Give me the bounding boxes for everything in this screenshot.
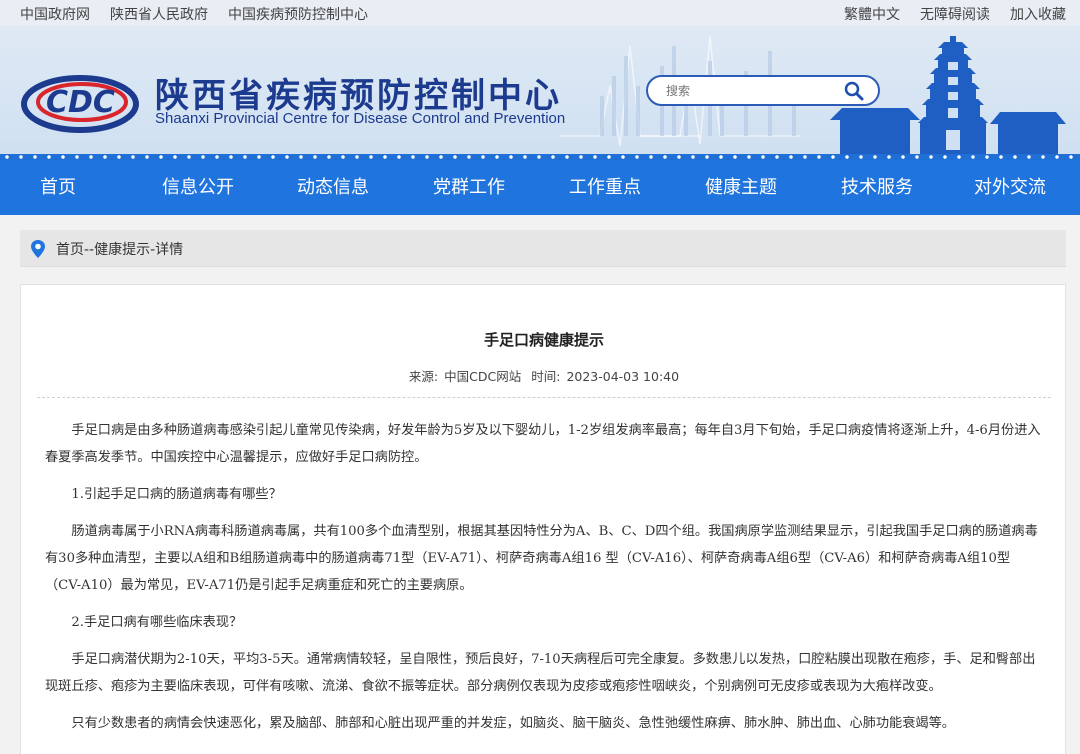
site-header: CDC 陕西省疾病预防控制中心 Shaanxi Provincial Centr…	[0, 26, 1080, 160]
article-meta: 来源: 中国CDC网站 时间: 2023-04-03 10:40	[21, 366, 1067, 385]
pagoda-icon	[830, 36, 1066, 160]
top-links-left: 中国政府网 陕西省人民政府 中国疾病预防控制中心	[20, 4, 368, 24]
link-shaanxi-gov[interactable]: 陕西省人民政府	[110, 4, 208, 24]
nav-item-home[interactable]: 首页	[40, 160, 76, 215]
article-paragraph: 手足口病是由多种肠道病毒感染引起儿童常见传染病，好发年龄为5岁及以下婴幼儿，1-…	[45, 423, 1041, 465]
location-pin-icon	[30, 239, 46, 263]
article-title: 手足口病健康提示	[483, 331, 604, 349]
site-title-english: Shaanxi Provincial Centre for Disease Co…	[155, 110, 566, 127]
source-label: 来源:	[408, 369, 439, 384]
accessibility-link[interactable]: 无障碍阅读	[920, 4, 990, 24]
link-china-cdc[interactable]: 中国疾病预防控制中心	[228, 4, 368, 24]
time-value: 2023-04-03 10:40	[566, 369, 680, 384]
article-question: 1.引起手足口病的肠道病毒有哪些？	[71, 487, 282, 502]
source-value: 中国CDC网站	[444, 369, 522, 384]
nav-item-news[interactable]: 动态信息	[297, 160, 369, 215]
nav-item-info-disclosure[interactable]: 信息公开	[162, 160, 234, 215]
article-paragraph: 只有少数患者的病情会快速恶化，累及脑部、肺部和心脏出现严重的并发症，如脑炎、脑干…	[71, 716, 955, 731]
article-paragraph: 肠道病毒属于小RNA病毒科肠道病毒属，共有100多个血清型别，根据其基因特性分为…	[45, 524, 1038, 593]
cdc-logo[interactable]: CDC	[20, 66, 146, 142]
nav-item-external-exchange[interactable]: 对外交流	[974, 160, 1046, 215]
article-paragraph: 手足口病潜伏期为2-10天，平均3-5天。通常病情较轻，呈自限性，预后良好，7-…	[45, 652, 1036, 694]
main-nav: 首页 信息公开 动态信息 党群工作 工作重点 健康主题 技术服务 对外交流	[0, 160, 1080, 215]
nav-item-tech-services[interactable]: 技术服务	[841, 160, 913, 215]
nav-item-health-topics[interactable]: 健康主题	[705, 160, 777, 215]
article-question: 2.手足口病有哪些临床表现？	[71, 615, 243, 630]
breadcrumb: 首页--健康提示-详情	[20, 230, 1066, 267]
nav-item-party-work[interactable]: 党群工作	[433, 160, 505, 215]
traditional-chinese-link[interactable]: 繁體中文	[844, 4, 900, 24]
top-links-bar: 中国政府网 陕西省人民政府 中国疾病预防控制中心 繁體中文 无障碍阅读 加入收藏	[0, 0, 1080, 26]
add-favorite-link[interactable]: 加入收藏	[1010, 4, 1066, 24]
article-body: 手足口病是由多种肠道病毒感染引起儿童常见传染病，好发年龄为5岁及以下婴幼儿，1-…	[45, 417, 1043, 747]
article-container: 手足口病健康提示 来源: 中国CDC网站 时间: 2023-04-03 10:40 …	[20, 284, 1066, 754]
logo-text: CDC	[46, 85, 115, 120]
top-links-right: 繁體中文 无障碍阅读 加入收藏	[844, 4, 1066, 24]
meta-divider	[37, 397, 1051, 398]
nav-item-key-work[interactable]: 工作重点	[569, 160, 641, 215]
breadcrumb-text[interactable]: 首页--健康提示-详情	[56, 239, 183, 259]
link-gov-cn[interactable]: 中国政府网	[20, 4, 90, 24]
time-label: 时间:	[531, 369, 561, 384]
search-input[interactable]	[666, 82, 836, 100]
